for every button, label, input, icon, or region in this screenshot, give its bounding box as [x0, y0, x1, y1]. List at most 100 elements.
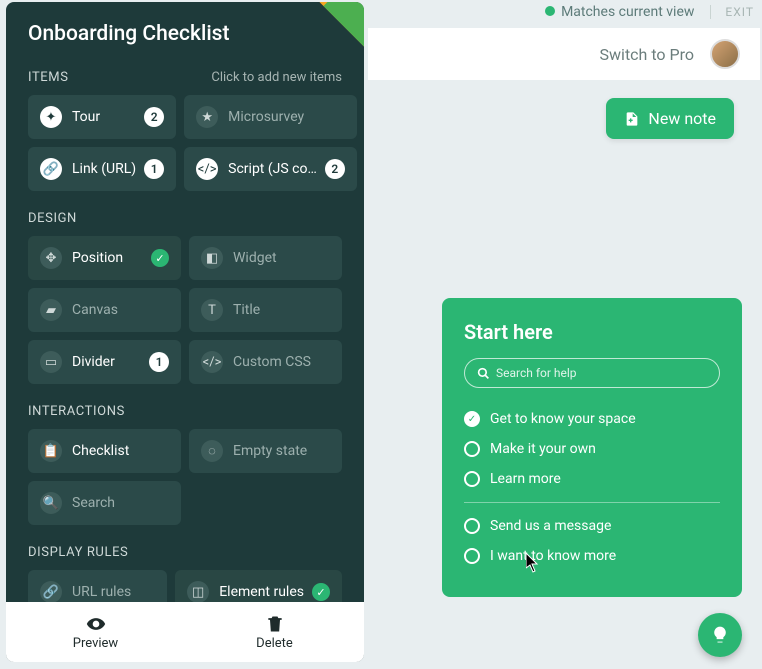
status-dot-icon — [545, 6, 555, 16]
title-icon: T — [201, 299, 223, 321]
tile-url-rules[interactable]: 🔗 URL rules — [28, 570, 167, 602]
tile-checklist[interactable]: 📋 Checklist — [28, 429, 181, 473]
tile-divider[interactable]: ▭ Divider 1 — [28, 340, 181, 384]
panel-divider — [464, 502, 720, 503]
check-empty-icon — [464, 548, 480, 564]
tile-tour[interactable]: ✦Tour2 — [28, 95, 176, 139]
link-icon: 🔗 — [40, 581, 62, 602]
lightbulb-icon — [710, 625, 730, 645]
switch-to-pro-link[interactable]: Switch to Pro — [600, 45, 694, 64]
move-icon: ✥ — [40, 247, 62, 269]
tile-link[interactable]: 🔗 Link (URL) 1 — [28, 147, 176, 191]
link-icon: 🔗 — [40, 158, 62, 180]
tile-element-rules[interactable]: ◫ Element rules ✓ — [175, 570, 342, 602]
tile-label: Element rules — [219, 584, 304, 600]
trash-icon — [265, 614, 285, 634]
tile-script[interactable]: </>Script (JS co…2 — [184, 147, 357, 191]
tile-position[interactable]: ✥Position✓ — [28, 236, 181, 280]
search-icon — [477, 367, 490, 380]
exit-link[interactable]: EXIT — [710, 5, 754, 19]
corner-accent-icon — [294, 2, 364, 72]
divider-icon: ▭ — [40, 351, 62, 373]
help-fab[interactable] — [698, 613, 742, 657]
preview-button[interactable]: Preview — [6, 602, 185, 662]
panel-item-label: Get to know your space — [490, 411, 636, 427]
tile-label: Microsurvey — [228, 109, 345, 125]
tile-label: Custom CSS — [233, 354, 330, 370]
tile-microsurvey[interactable]: ★ Microsurvey — [184, 95, 357, 139]
tile-label: Canvas — [72, 302, 169, 318]
check-empty-icon — [464, 518, 480, 534]
section-display-rules: DISPLAY RULES 🔗 URL rules ◫ Element rules ✓ — [28, 545, 342, 602]
avatar[interactable] — [710, 39, 740, 69]
code-icon: </> — [196, 158, 218, 180]
new-note-button[interactable]: New note — [606, 98, 734, 139]
eye-icon — [86, 614, 106, 634]
tile-widget[interactable]: ◧ Widget — [189, 236, 342, 280]
panel-search[interactable] — [464, 358, 720, 388]
workspace: New note Start here ✓Get to know your sp… — [368, 80, 760, 667]
panel-item-label: Make it your own — [490, 441, 596, 457]
delete-button[interactable]: Delete — [185, 602, 364, 662]
panel-extra-1[interactable]: I want to know more — [464, 541, 720, 571]
section-label: DISPLAY RULES — [28, 545, 128, 560]
tile-search[interactable]: 🔍 Search — [28, 481, 181, 525]
panel-item-label: Send us a message — [490, 518, 611, 534]
tile-title[interactable]: T Title — [189, 288, 342, 332]
tile-label: Checklist — [72, 443, 169, 459]
panel-item-0[interactable]: ✓Get to know your space — [464, 404, 720, 434]
section-hint[interactable]: Click to add new items — [211, 70, 342, 85]
tile-custom-css[interactable]: </> Custom CSS — [189, 340, 342, 384]
check-empty-icon — [464, 441, 480, 457]
sidebar-footer: Preview Delete — [6, 602, 364, 662]
content-header: Switch to Pro — [368, 28, 760, 80]
note-add-icon — [624, 111, 640, 127]
editor-sidebar: Onboarding Checklist ITEMS Click to add … — [6, 2, 364, 662]
tour-icon: ✦ — [40, 106, 62, 128]
count-badge: 1 — [144, 159, 164, 179]
sidebar-body: ITEMS Click to add new items ✦Tour2 ★Mic… — [6, 70, 364, 602]
new-note-label: New note — [648, 109, 716, 128]
canvas-icon: ▰ — [40, 299, 62, 321]
panel-search-input[interactable] — [496, 366, 707, 380]
sidebar-header: Onboarding Checklist — [6, 2, 364, 70]
tile-label: Search — [72, 495, 169, 511]
count-badge: 1 — [149, 352, 169, 372]
section-label: DESIGN — [28, 211, 77, 226]
section-label: INTERACTIONS — [28, 404, 125, 419]
panel-extra-0[interactable]: Send us a message — [464, 511, 720, 541]
preview-label: Preview — [73, 636, 118, 651]
panel-item-2[interactable]: Learn more — [464, 464, 720, 494]
count-badge: 2 — [144, 107, 164, 127]
check-icon: ✓ — [312, 583, 330, 601]
top-status-bar: Matches current view EXIT — [545, 4, 754, 20]
element-icon: ◫ — [187, 581, 209, 602]
panel-title: Start here — [464, 320, 720, 344]
section-interactions: INTERACTIONS 📋 Checklist ◌ Empty state 🔍 Se… — [28, 404, 342, 525]
tile-label: URL rules — [72, 584, 155, 600]
panel-item-label: I want to know more — [490, 548, 616, 564]
tile-label: Script (JS co… — [228, 161, 317, 177]
status-indicator: Matches current view — [545, 4, 694, 20]
tile-label: Empty state — [233, 443, 330, 459]
tile-canvas[interactable]: ▰ Canvas — [28, 288, 181, 332]
section-design: DESIGN ✥Position✓ ◧Widget ▰Canvas TTitle… — [28, 211, 342, 384]
status-text: Matches current view — [561, 4, 694, 20]
tile-label: Title — [233, 302, 330, 318]
tile-empty-state[interactable]: ◌ Empty state — [189, 429, 342, 473]
tile-label: Position — [72, 250, 143, 266]
code-icon: </> — [201, 351, 223, 373]
tile-label: Link (URL) — [72, 161, 136, 177]
tile-label: Divider — [72, 354, 141, 370]
widget-icon: ◧ — [201, 247, 223, 269]
panel-item-label: Learn more — [490, 471, 561, 487]
panel-item-1[interactable]: Make it your own — [464, 434, 720, 464]
tile-label: Widget — [233, 250, 330, 266]
empty-state-icon: ◌ — [201, 440, 223, 462]
search-icon: 🔍 — [40, 492, 62, 514]
section-items: ITEMS Click to add new items ✦Tour2 ★Mic… — [28, 70, 342, 191]
start-here-panel: Start here ✓Get to know your space Make … — [442, 298, 742, 597]
star-icon: ★ — [196, 106, 218, 128]
check-empty-icon — [464, 471, 480, 487]
checklist-icon: 📋 — [40, 440, 62, 462]
